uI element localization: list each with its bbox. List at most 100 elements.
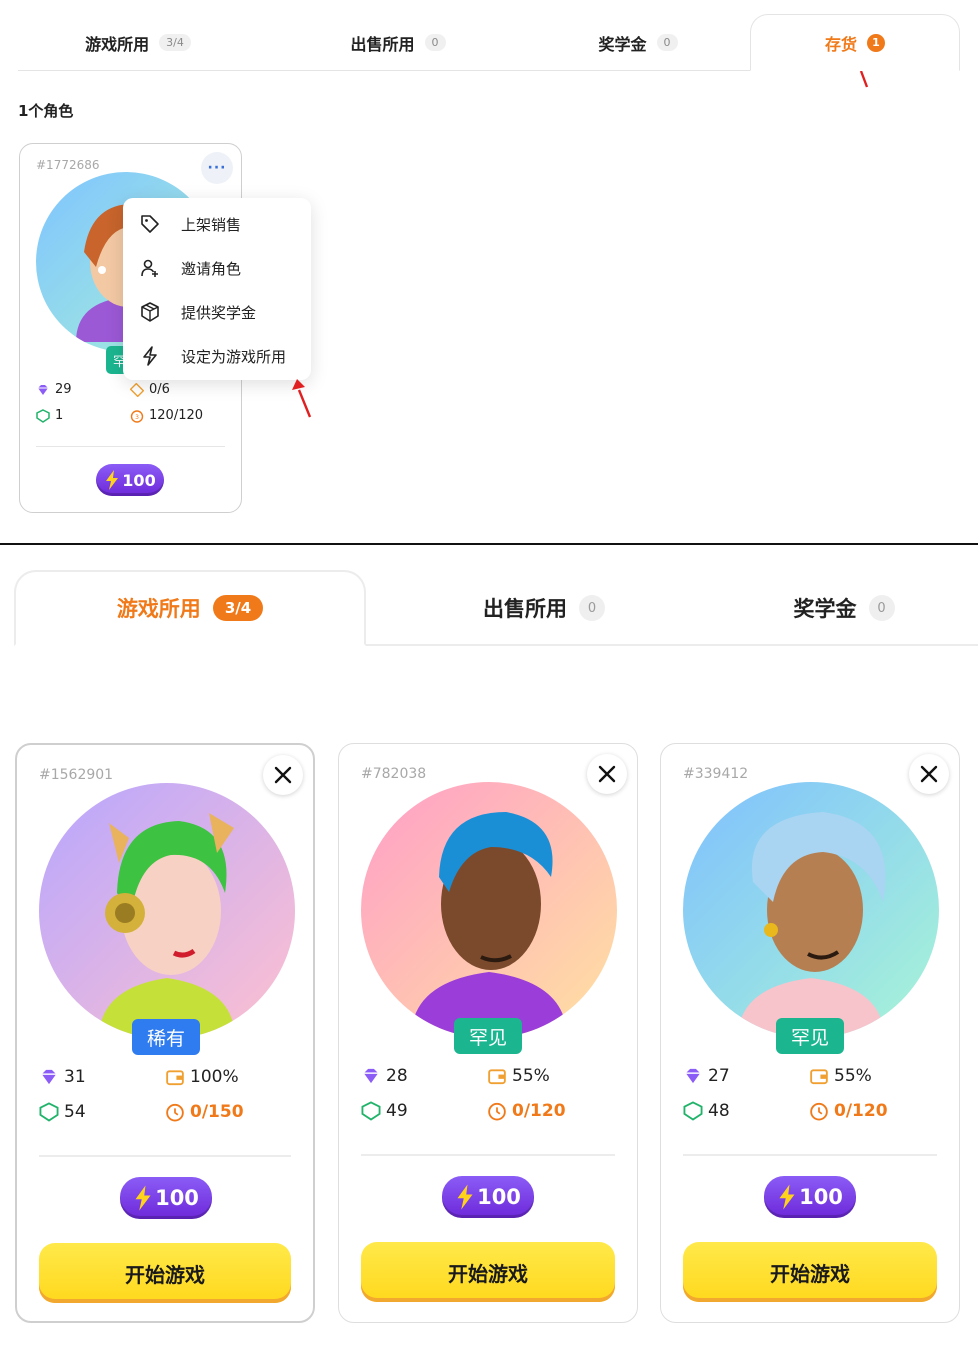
shield-value: 48 xyxy=(708,1101,730,1121)
energy-cap-stat: 0/120 xyxy=(487,1101,566,1121)
character-avatar xyxy=(39,783,295,1039)
timer-icon: 3 xyxy=(130,409,144,423)
shield-stat: 1 xyxy=(36,408,63,423)
gem-icon xyxy=(38,384,48,395)
energy-cap-stat: 0/150 xyxy=(165,1102,244,1122)
remove-card-button[interactable] xyxy=(587,754,627,794)
tab-count-badge: 0 xyxy=(656,34,678,51)
character-avatar xyxy=(683,782,939,1038)
tab-inventory[interactable]: 存货 1 xyxy=(750,14,960,71)
tab-in-game[interactable]: 游戏所用 3/4 xyxy=(48,14,228,71)
menu-item-set-for-game[interactable]: 设定为游戏所用 xyxy=(123,334,311,378)
start-game-button[interactable]: 开始游戏 xyxy=(361,1242,615,1302)
tab-count-badge: 0 xyxy=(579,595,605,621)
timer-icon xyxy=(810,1102,828,1121)
gem-value: 27 xyxy=(708,1066,730,1086)
menu-item-invite-character[interactable]: 邀请角色 xyxy=(123,246,311,290)
more-options-button[interactable]: ··· xyxy=(201,152,233,184)
wallet-stat: 55% xyxy=(809,1066,872,1086)
timer-icon xyxy=(166,1103,184,1122)
close-icon xyxy=(598,765,616,783)
gem-icon xyxy=(685,1068,701,1084)
gem-value: 29 xyxy=(55,382,72,397)
character-id: #339412 xyxy=(683,766,749,782)
ticket-value: 0/6 xyxy=(149,382,170,397)
shield-value: 49 xyxy=(386,1101,408,1121)
shield-value: 54 xyxy=(64,1102,86,1122)
lightning-icon xyxy=(457,1184,473,1210)
box-icon xyxy=(141,302,159,322)
energy-cap-value: 120/120 xyxy=(149,408,204,423)
close-icon xyxy=(920,765,938,783)
role-count-label: 1个角色 xyxy=(18,102,74,120)
timer-icon xyxy=(488,1102,506,1121)
wallet-value: 55% xyxy=(512,1066,550,1086)
remove-card-button[interactable] xyxy=(909,754,949,794)
character-card[interactable]: #339412 罕见 27 48 55% 0/120 100 开始游戏 xyxy=(660,743,960,1323)
tab-for-sale[interactable]: 出售所用 0 xyxy=(414,570,674,646)
annotation-arrow-icon xyxy=(292,379,312,418)
tab-for-sale[interactable]: 出售所用 0 xyxy=(308,14,488,71)
energy-badge: 100 xyxy=(764,1176,856,1218)
character-avatar xyxy=(361,782,617,1038)
lightning-icon xyxy=(135,1185,151,1211)
tab-scholarship[interactable]: 奖学金 0 xyxy=(548,14,728,71)
shield-icon xyxy=(39,1102,59,1122)
menu-item-label: 上架销售 xyxy=(181,215,242,234)
shield-icon xyxy=(361,1101,381,1121)
energy-badge: 100 xyxy=(120,1177,212,1219)
card-divider xyxy=(36,446,225,447)
tab-label: 出售所用 xyxy=(350,34,415,54)
shield-value: 1 xyxy=(55,408,64,423)
gem-stat: 29 xyxy=(36,382,72,397)
start-game-button[interactable]: 开始游戏 xyxy=(683,1242,937,1302)
tag-icon xyxy=(141,215,159,233)
menu-item-offer-scholarship[interactable]: 提供奖学金 xyxy=(123,290,311,334)
tab-scholarship[interactable]: 奖学金 0 xyxy=(714,570,974,646)
tab-count-badge: 0 xyxy=(868,595,895,621)
tab-in-game[interactable]: 游戏所用 3/4 xyxy=(14,570,366,646)
energy-badge: 100 xyxy=(442,1176,534,1218)
character-card[interactable]: #782038 罕见 28 49 55% 0/120 100 开始游戏 xyxy=(338,743,638,1323)
rarity-badge: 罕见 xyxy=(454,1018,522,1054)
tab-label: 游戏所用 xyxy=(116,597,201,621)
lightning-icon xyxy=(143,346,157,366)
gem-icon xyxy=(41,1069,57,1085)
card-divider xyxy=(361,1154,615,1156)
shield-stat: 54 xyxy=(39,1102,86,1122)
tab-count-badge: 3/4 xyxy=(159,34,191,51)
energy-cap-stat: 0/120 xyxy=(809,1101,888,1121)
character-id: #782038 xyxy=(361,766,427,782)
energy-cap-value: 0/120 xyxy=(512,1101,566,1121)
rarity-badge: 稀有 xyxy=(132,1019,200,1055)
gem-value: 28 xyxy=(386,1066,408,1086)
tab-label: 奖学金 xyxy=(793,597,857,621)
wallet-icon xyxy=(166,1070,184,1086)
character-id: #1562901 xyxy=(39,767,114,783)
gem-value: 31 xyxy=(64,1067,86,1087)
shield-icon xyxy=(36,408,50,423)
menu-item-list-for-sale[interactable]: 上架销售 xyxy=(123,202,311,246)
energy-value: 100 xyxy=(155,1186,199,1210)
svg-text:3: 3 xyxy=(135,414,139,421)
ticket-stat: 0/6 xyxy=(130,382,170,397)
wallet-icon xyxy=(488,1069,506,1085)
start-game-button[interactable]: 开始游戏 xyxy=(39,1243,291,1303)
wallet-stat: 55% xyxy=(487,1066,550,1086)
energy-value: 100 xyxy=(799,1185,843,1209)
gem-icon xyxy=(363,1068,379,1084)
energy-badge: 100 xyxy=(96,464,164,496)
tab-label: 奖学金 xyxy=(598,34,647,54)
gem-stat: 27 xyxy=(683,1066,730,1086)
character-id: #1772686 xyxy=(36,158,100,172)
gem-stat: 31 xyxy=(39,1067,86,1087)
character-card[interactable]: #1562901 稀有 31 54 100% 0/150 100 开始游戏 xyxy=(15,743,315,1323)
wallet-value: 100% xyxy=(190,1067,239,1087)
remove-card-button[interactable] xyxy=(263,755,303,795)
ticket-icon xyxy=(130,382,144,397)
energy-cap-stat: 3 120/120 xyxy=(130,408,203,423)
tab-label: 游戏所用 xyxy=(85,34,150,54)
energy-cap-value: 0/120 xyxy=(834,1101,888,1121)
card-divider xyxy=(39,1155,291,1157)
energy-cap-value: 0/150 xyxy=(190,1102,244,1122)
